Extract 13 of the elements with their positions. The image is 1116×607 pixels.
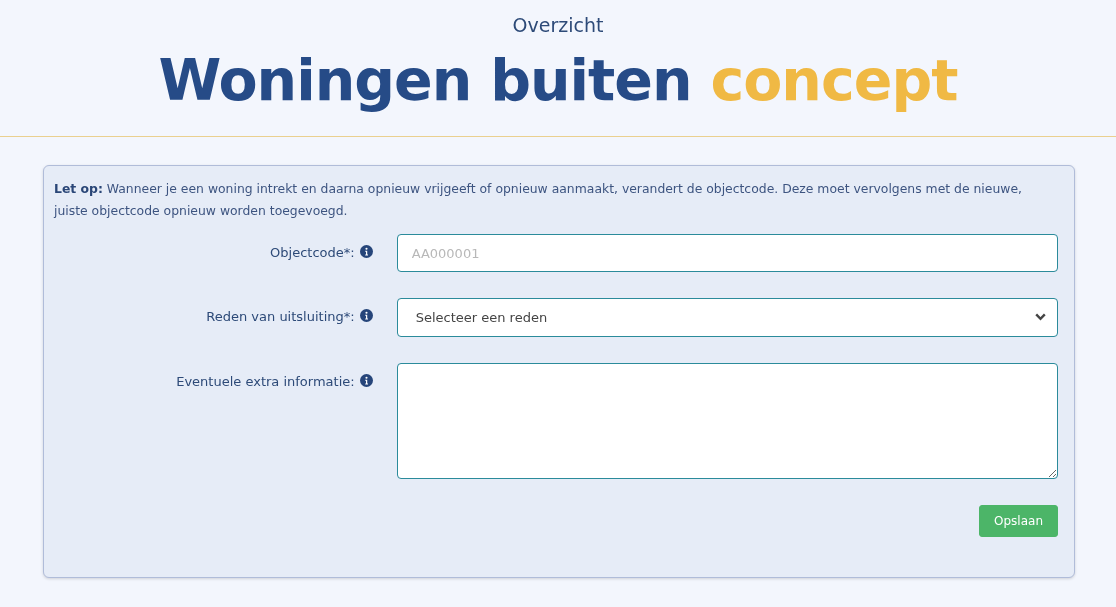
text-input-field[interactable]: AA000001 [396,234,1058,272]
notice-text: Let op: Wanneer je een woning intrekt en daarna opnieuw vrijgeeft of opnieuw aanmaakt, verandert de objectcode. Deze moet vervolgens met de nieuwe, juiste objectcode opnieuw worden toegevoegd. [54,180,1023,220]
select-field[interactable]: Selecteer een reden [396,298,1058,337]
info-icon [359,245,373,258]
field-label: Objectcode*: [270,244,355,262]
page-subtitle: Overzicht [512,14,604,37]
text-area-field[interactable] [396,363,1058,479]
field-label: Reden van uitsluiting*: [206,308,355,326]
page-title: Woningen buiten concept [158,47,958,114]
info-icon [359,374,373,387]
chevron-down-icon [1035,313,1046,321]
info-icon [359,309,373,322]
field-label: Eventuele extra informatie: [176,373,355,391]
